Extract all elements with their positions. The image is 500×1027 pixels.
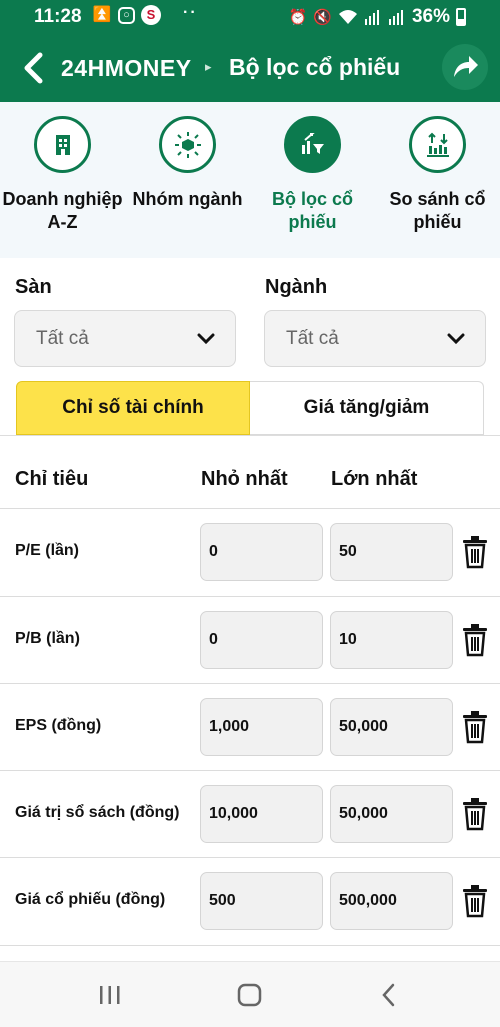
industry-select-value: Tất cả [286, 328, 339, 349]
table-row: P/B (lần) 0 10 [0, 597, 500, 684]
trash-icon[interactable] [461, 884, 489, 918]
min-input[interactable]: 0 [200, 523, 323, 581]
quick-item-label: So sánh cổ phiếu [389, 189, 486, 232]
app-s-icon: S [141, 5, 161, 25]
building-icon [34, 116, 91, 173]
quick-menu: Doanh nghiệp A-Z Nhóm ngành Bộ lọc cổ ph… [0, 102, 500, 258]
alarm-icon: ⏰ [288, 9, 308, 26]
app-header: 24HMONEY ▸ Bộ lọc cổ phiếu [0, 34, 500, 102]
criteria-name: P/B (lần) [15, 630, 80, 647]
min-input[interactable]: 1,000 [200, 698, 323, 756]
table-row: Giá cổ phiếu (đồng) 500 500,000 [0, 858, 500, 945]
chevron-down-icon [447, 333, 465, 345]
signal-icon [364, 10, 379, 25]
min-input[interactable]: 500 [200, 872, 323, 930]
trash-icon[interactable] [461, 535, 489, 569]
max-input[interactable]: 500,000 [330, 872, 453, 930]
notification-icons: ⏫ ○ S [92, 5, 161, 25]
quick-item-label: Nhóm ngành [132, 189, 243, 209]
exchange-select-value: Tất cả [36, 328, 89, 349]
min-input[interactable]: 0 [200, 611, 323, 669]
share-button[interactable] [442, 44, 488, 90]
battery-icon [456, 8, 466, 26]
table-header: Chỉ tiêu Nhỏ nhất Lớn nhất [0, 456, 500, 506]
exchange-select[interactable]: Tất cả [14, 310, 236, 367]
industry-select[interactable]: Tất cả [264, 310, 486, 367]
chevron-down-icon [197, 333, 215, 345]
more-notifications-icon: ·· [183, 4, 198, 21]
column-header-min: Nhỏ nhất [201, 468, 288, 490]
breadcrumb-separator-icon: ▸ [205, 59, 212, 74]
recent-apps-icon[interactable] [98, 980, 122, 1010]
page-title: Bộ lọc cổ phiếu [229, 54, 401, 80]
back-nav-icon[interactable] [378, 980, 400, 1010]
tab-price-change[interactable]: Giá tăng/giảm [250, 381, 484, 435]
mute-icon: 🔇 [313, 9, 332, 26]
max-input[interactable]: 50,000 [330, 785, 453, 843]
divider [0, 945, 500, 946]
wifi-icon [338, 10, 357, 24]
quick-item-stock-filter[interactable]: Bộ lọc cổ phiếu [250, 102, 375, 258]
filter-chart-icon [284, 116, 341, 173]
criteria-name: Giá trị sổ sách (đồng) [15, 804, 180, 821]
compare-chart-icon [409, 116, 466, 173]
criteria-name: P/E (lần) [15, 542, 80, 559]
max-input[interactable]: 50,000 [330, 698, 453, 756]
status-bar: 11:28 ⏫ ○ S ·· ⏰ 🔇 36% [0, 0, 500, 34]
table-row: P/E (lần) 0 50 [0, 509, 500, 596]
back-button[interactable] [18, 50, 48, 86]
column-header-max: Lớn nhất [331, 468, 418, 490]
quick-item-industries[interactable]: Nhóm ngành [125, 102, 250, 258]
tab-financial-ratios[interactable]: Chỉ số tài chính [16, 381, 250, 435]
quick-item-label: Doanh nghiệp A-Z [2, 189, 123, 232]
upload-icon: ⏫ [92, 6, 112, 23]
quick-item-compare[interactable]: So sánh cổ phiếu [375, 102, 500, 258]
quick-item-label: Bộ lọc cổ phiếu [271, 189, 353, 232]
tab-bar: Chỉ số tài chính Giá tăng/giảm [16, 381, 484, 435]
trash-icon[interactable] [461, 623, 489, 657]
trash-icon[interactable] [461, 797, 489, 831]
table-row: EPS (đồng) 1,000 50,000 [0, 684, 500, 771]
system-nav-bar [0, 961, 500, 1027]
divider [0, 435, 500, 436]
status-time: 11:28 [34, 6, 82, 27]
exchange-label: Sàn [15, 276, 52, 298]
max-input[interactable]: 50 [330, 523, 453, 581]
industry-label: Ngành [265, 276, 328, 298]
home-icon[interactable] [236, 980, 264, 1010]
trash-icon[interactable] [461, 710, 489, 744]
table-row: Giá trị sổ sách (đồng) 10,000 50,000 [0, 771, 500, 858]
battery-text: 36% [411, 6, 450, 27]
chevron-left-icon [24, 52, 43, 84]
cube-network-icon [159, 116, 216, 173]
instagram-icon: ○ [118, 6, 135, 24]
criteria-name: EPS (đồng) [15, 717, 102, 734]
signal-icon-2 [388, 10, 403, 25]
min-input[interactable]: 10,000 [200, 785, 323, 843]
criteria-name: Giá cổ phiếu (đồng) [15, 891, 166, 908]
column-header-criteria: Chỉ tiêu [15, 468, 89, 490]
brand-logo[interactable]: 24HMONEY [61, 55, 192, 82]
quick-item-companies[interactable]: Doanh nghiệp A-Z [0, 102, 125, 258]
share-icon [454, 56, 478, 77]
max-input[interactable]: 10 [330, 611, 453, 669]
